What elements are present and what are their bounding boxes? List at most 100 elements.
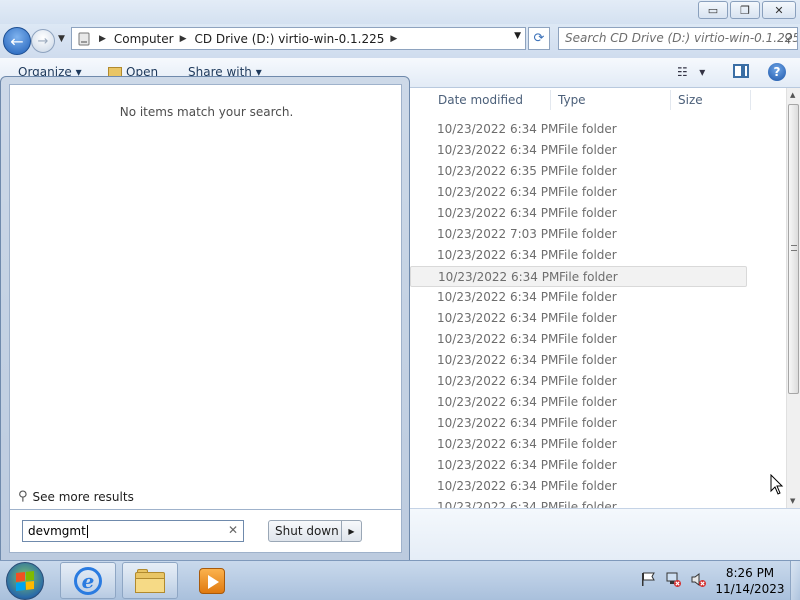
arrow-left-icon: ← <box>10 31 24 51</box>
table-row[interactable]: 10/23/2022 6:34 PM File folder <box>410 455 747 476</box>
cell-type: File folder <box>558 185 617 199</box>
start-button[interactable] <box>6 562 44 600</box>
text-caret <box>86 524 88 538</box>
chevron-right-icon[interactable]: ▶ <box>180 34 187 44</box>
taskbar-internet-explorer[interactable]: e <box>60 562 116 599</box>
shutdown-label: Shut down <box>275 524 339 538</box>
start-search-input[interactable]: devmgmt <box>22 520 244 542</box>
column-date-modified[interactable]: Date modified <box>438 93 523 107</box>
change-view-button[interactable]: ☷ ▾ <box>677 65 705 79</box>
cell-date-modified: 10/23/2022 6:34 PM <box>437 479 559 493</box>
taskbar: e 8:26 PM 11/14/2023 <box>0 560 800 600</box>
shutdown-button[interactable]: Shut down ▶ <box>268 520 362 542</box>
chevron-down-icon[interactable]: ▼ <box>514 31 521 41</box>
search-input[interactable]: Search CD Drive (D:) virtio-win-0.1.225 … <box>558 27 798 50</box>
cell-date-modified: 10/23/2022 6:34 PM <box>437 500 559 508</box>
start-search-value: devmgmt <box>28 524 86 538</box>
taskbar-windows-explorer[interactable] <box>122 562 178 599</box>
recent-pages-dropdown[interactable]: ▼ <box>58 34 65 44</box>
clear-search-icon[interactable]: ✕ <box>228 523 238 537</box>
column-divider[interactable] <box>750 90 751 110</box>
action-center-flag-icon[interactable] <box>640 571 657 588</box>
volume-muted-icon[interactable] <box>690 571 707 588</box>
table-row[interactable]: 10/23/2022 6:34 PM File folder <box>410 182 747 203</box>
scroll-up-icon[interactable]: ▲ <box>790 91 795 99</box>
cell-type: File folder <box>558 227 617 241</box>
table-row[interactable]: 10/23/2022 6:34 PM File folder <box>410 245 747 266</box>
table-row[interactable]: 10/23/2022 6:35 PM File folder <box>410 161 747 182</box>
cell-type: File folder <box>558 311 617 325</box>
table-row[interactable]: 10/23/2022 6:34 PM File folder <box>410 350 747 371</box>
chevron-right-icon[interactable]: ▶ <box>341 521 361 541</box>
preview-pane-icon[interactable] <box>733 64 749 78</box>
cell-type: File folder <box>558 206 617 220</box>
cell-type: File folder <box>558 395 617 409</box>
table-row[interactable]: 10/23/2022 6:34 PM File folder <box>410 434 747 455</box>
media-player-icon <box>199 567 225 594</box>
notification-area <box>640 571 707 588</box>
minimize-button[interactable]: ▭ <box>698 1 728 19</box>
table-row[interactable]: 10/23/2022 6:34 PM File folder <box>410 413 747 434</box>
taskbar-media-player[interactable] <box>184 562 240 599</box>
vertical-scrollbar[interactable]: ▲ ▼ <box>786 88 800 508</box>
scroll-thumb[interactable] <box>788 104 799 394</box>
cell-type: File folder <box>558 374 617 388</box>
breadcrumb-computer[interactable]: Computer <box>114 32 174 46</box>
clock-time: 8:26 PM <box>725 566 775 580</box>
table-row[interactable]: 10/23/2022 7:03 PM File folder <box>410 224 747 245</box>
cell-date-modified: 10/23/2022 6:34 PM <box>437 416 559 430</box>
chevron-right-icon[interactable]: ▶ <box>390 34 397 44</box>
table-row[interactable]: 10/23/2022 6:34 PM File folder <box>410 119 747 140</box>
forward-button[interactable]: → <box>31 29 55 53</box>
cell-date-modified: 10/23/2022 6:34 PM <box>437 248 559 262</box>
cell-date-modified: 10/23/2022 6:35 PM <box>437 164 559 178</box>
table-row[interactable]: 10/23/2022 6:34 PM File folder <box>410 266 747 287</box>
cell-type: File folder <box>558 122 617 136</box>
show-desktop-button[interactable] <box>790 561 800 600</box>
windows-explorer-icon <box>135 568 165 593</box>
table-row[interactable]: 10/23/2022 6:34 PM File folder <box>410 497 747 508</box>
cell-type: File folder <box>558 437 617 451</box>
search-icon: ⚲ <box>784 31 793 45</box>
breadcrumb-cd-drive[interactable]: CD Drive (D:) virtio-win-0.1.225 <box>195 32 385 46</box>
cell-date-modified: 10/23/2022 6:34 PM <box>437 143 559 157</box>
maximize-button[interactable]: ❐ <box>730 1 760 19</box>
scroll-down-icon[interactable]: ▼ <box>790 497 795 505</box>
cell-date-modified: 10/23/2022 6:34 PM <box>437 437 559 451</box>
cell-date-modified: 10/23/2022 6:34 PM <box>437 290 559 304</box>
network-disconnected-icon[interactable] <box>665 571 682 588</box>
see-more-results-label: See more results <box>32 489 134 504</box>
cell-type: File folder <box>559 270 618 284</box>
refresh-button[interactable]: ⟳ <box>528 27 550 50</box>
table-row[interactable]: 10/23/2022 6:34 PM File folder <box>410 392 747 413</box>
caption-buttons: ▭ ❐ ✕ <box>698 1 796 19</box>
chevron-right-icon[interactable]: ▶ <box>99 34 106 44</box>
column-type[interactable]: Type <box>558 93 586 107</box>
cell-date-modified: 10/23/2022 6:34 PM <box>437 374 559 388</box>
see-more-results-link[interactable]: ⚲ See more results <box>18 489 134 504</box>
table-row[interactable]: 10/23/2022 6:34 PM File folder <box>410 371 747 392</box>
table-row[interactable]: 10/23/2022 6:34 PM File folder <box>410 140 747 161</box>
column-divider[interactable] <box>550 90 551 110</box>
address-bar[interactable]: ▶ Computer ▶ CD Drive (D:) virtio-win-0.… <box>71 27 526 50</box>
system-clock[interactable]: 8:26 PM 11/14/2023 <box>712 565 788 597</box>
table-row[interactable]: 10/23/2022 6:34 PM File folder <box>410 329 747 350</box>
navigation-bar: ← → ▼ ▶ Computer ▶ CD Drive (D:) virtio-… <box>0 24 800 58</box>
cell-type: File folder <box>558 248 617 262</box>
column-size[interactable]: Size <box>678 93 703 107</box>
internet-explorer-icon: e <box>74 566 102 595</box>
help-icon[interactable]: ? <box>768 63 786 81</box>
back-button[interactable]: ← <box>3 27 31 55</box>
table-row[interactable]: 10/23/2022 6:34 PM File folder <box>410 308 747 329</box>
cell-type: File folder <box>558 353 617 367</box>
column-divider[interactable] <box>670 90 671 110</box>
cell-date-modified: 10/23/2022 6:34 PM <box>437 395 559 409</box>
cell-date-modified: 10/23/2022 6:34 PM <box>437 206 559 220</box>
table-row[interactable]: 10/23/2022 6:34 PM File folder <box>410 287 747 308</box>
close-button[interactable]: ✕ <box>762 1 796 19</box>
cell-date-modified: 10/23/2022 6:34 PM <box>437 122 559 136</box>
table-row[interactable]: 10/23/2022 6:34 PM File folder <box>410 203 747 224</box>
table-row[interactable]: 10/23/2022 6:34 PM File folder <box>410 476 747 497</box>
search-icon: ⚲ <box>18 489 28 504</box>
cell-type: File folder <box>558 416 617 430</box>
